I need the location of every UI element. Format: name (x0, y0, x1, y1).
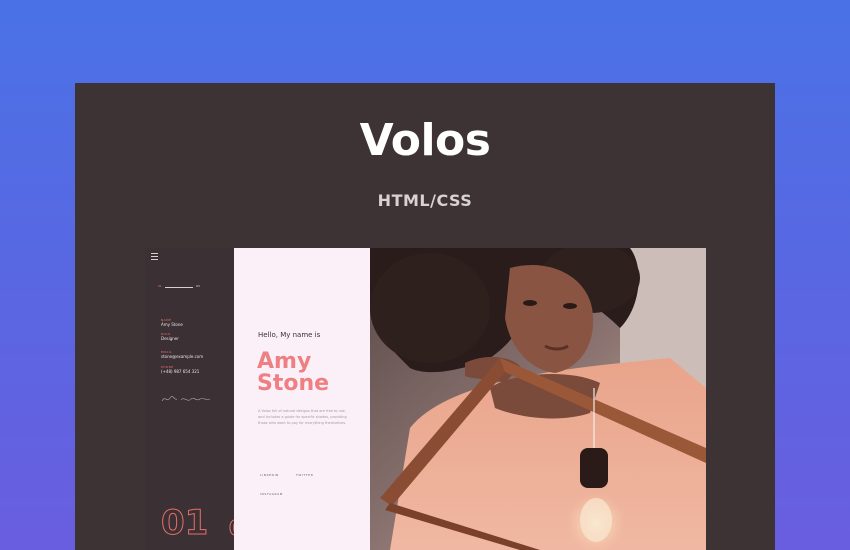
template-card: Volos HTML/CSS 01 03 NAME Amy Stone ROLE… (75, 83, 775, 550)
info-value: Designer (161, 336, 179, 341)
info-value: Amy Stone (161, 322, 183, 327)
info-value[interactable]: stone@example.com (161, 354, 203, 359)
info-role: ROLE Designer (161, 332, 179, 341)
hero-name: Amy Stone (257, 351, 329, 395)
info-value[interactable]: (+48) 987 654 321 (161, 369, 199, 374)
menu-icon[interactable] (151, 253, 158, 262)
social-link-instagram[interactable]: INSTAGRAM (260, 492, 283, 496)
hero-photo (370, 248, 706, 550)
product-subtitle: HTML/CSS (377, 191, 473, 210)
signature-image (161, 396, 211, 402)
slide-indicator: 01 03 (158, 284, 202, 290)
product-title: Volos (359, 115, 491, 166)
slide-current: 01 (158, 284, 162, 288)
info-email: EMAIL stone@example.com (161, 350, 203, 359)
info-phone: PHONE (+48) 987 654 321 (161, 365, 199, 374)
hero-first-name: Amy (257, 349, 312, 374)
slide-progress-line (165, 287, 193, 288)
social-link-linkedin[interactable]: LINKEDIN (260, 473, 279, 477)
info-name: NAME Amy Stone (161, 318, 183, 327)
social-link-twitter[interactable]: TWITTER (296, 473, 313, 477)
website-preview: 01 03 NAME Amy Stone ROLE Designer EMAIL… (145, 248, 706, 550)
page-number: 01 (160, 503, 209, 543)
bio-text: A Volos full of natural designs that are… (258, 409, 347, 425)
social-links: LINKEDIN TWITTER INSTAGRAM (260, 461, 360, 499)
slide-total: 03 (196, 284, 200, 288)
preview-sidebar: 01 03 NAME Amy Stone ROLE Designer EMAIL… (145, 248, 243, 550)
greeting-text: Hello, My name is (258, 331, 321, 339)
hero-last-name: Stone (257, 371, 330, 396)
intro-panel: Hello, My name is Amy Stone A Volos full… (234, 248, 370, 550)
